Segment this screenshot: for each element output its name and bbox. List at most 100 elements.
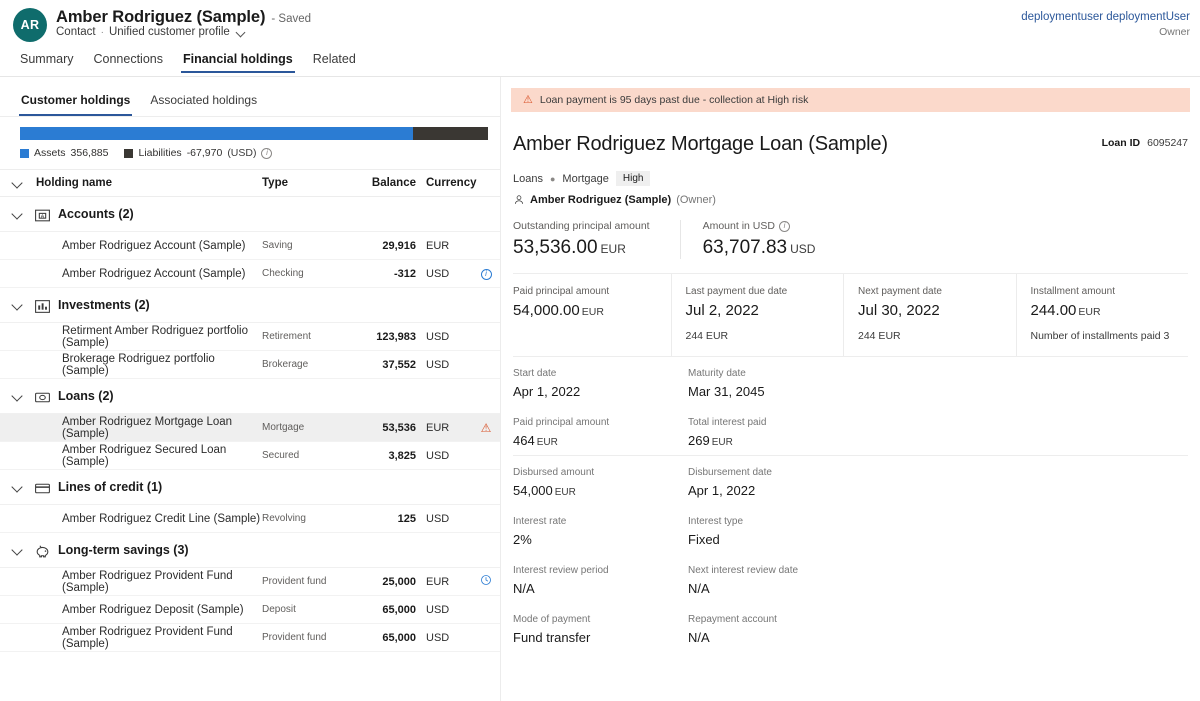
account-icon: A bbox=[34, 207, 51, 222]
tab-financial-holdings[interactable]: Financial holdings bbox=[173, 46, 303, 74]
detail-label: Mode of payment bbox=[513, 614, 688, 625]
detail-number: Fixed bbox=[688, 532, 720, 547]
owner-name-link[interactable]: deploymentuser deploymentUser bbox=[1021, 10, 1190, 25]
kpi-number: 244.00 bbox=[1031, 302, 1077, 319]
group-collapse-toggle[interactable] bbox=[0, 482, 34, 492]
holdings-group-title: Long-term savings (3) bbox=[58, 543, 189, 557]
tab-connections[interactable]: Connections bbox=[83, 46, 173, 74]
holdings-group-header[interactable]: Investments (2) bbox=[0, 288, 500, 323]
loan-owner-name[interactable]: Amber Rodriguez (Sample) bbox=[530, 194, 671, 206]
holding-row[interactable]: Amber Rodriguez Mortgage Loan (Sample)Mo… bbox=[0, 414, 500, 442]
detail-field: Interest review period N/A bbox=[513, 554, 688, 603]
detail-field: Start dateApr 1, 2022 bbox=[513, 357, 688, 406]
group-collapse-toggle[interactable] bbox=[0, 391, 34, 401]
holding-type: Revolving bbox=[262, 513, 354, 524]
holding-name: Amber Rodriguez Secured Loan (Sample) bbox=[34, 444, 262, 468]
holding-balance: 37,552 bbox=[354, 359, 416, 371]
column-header-type[interactable]: Type bbox=[262, 177, 354, 189]
kpi-next-payment-date: Next payment date Jul 30, 2022 244 EUR bbox=[843, 274, 1016, 356]
column-header-name[interactable]: Holding name bbox=[34, 177, 262, 189]
loan-amounts: Outstanding principal amount 53,536.00EU… bbox=[501, 206, 1200, 273]
kpi-paid-principal: Paid principal amount 54,000.00EUR bbox=[513, 274, 671, 356]
holdings-group-title: Accounts (2) bbox=[58, 207, 134, 221]
detail-row: Mode of paymentFund transferRepayment ac… bbox=[501, 603, 1200, 652]
holding-currency: EUR bbox=[416, 576, 472, 588]
subtab-customer-holdings[interactable]: Customer holdings bbox=[12, 89, 139, 116]
outstanding-principal-value: 53,536.00EUR bbox=[513, 237, 650, 259]
holdings-panel: Customer holdings Associated holdings As… bbox=[0, 77, 500, 701]
subtab-associated-holdings[interactable]: Associated holdings bbox=[141, 89, 266, 116]
holding-balance: 29,916 bbox=[354, 240, 416, 252]
holdings-group-header[interactable]: Lines of credit (1) bbox=[0, 470, 500, 505]
holding-currency: USD bbox=[416, 450, 472, 462]
info-icon[interactable]: i bbox=[779, 221, 790, 232]
holding-row[interactable]: Amber Rodriguez Account (Sample)Checking… bbox=[0, 260, 500, 288]
holding-name: Amber Rodriguez Mortgage Loan (Sample) bbox=[34, 416, 262, 440]
detail-label: Disbursement date bbox=[688, 467, 863, 478]
holding-type: Retirement bbox=[262, 331, 354, 342]
group-collapse-toggle[interactable] bbox=[0, 545, 34, 555]
chevron-down-icon bbox=[12, 178, 22, 188]
detail-label: Interest review period bbox=[513, 565, 688, 576]
header-title-row: Amber Rodriguez (Sample) - Saved bbox=[56, 8, 311, 27]
holding-row[interactable]: Amber Rodriguez Secured Loan (Sample)Sec… bbox=[0, 442, 500, 470]
holding-name: Amber Rodriguez Deposit (Sample) bbox=[34, 604, 262, 616]
detail-number: N/A bbox=[513, 581, 535, 596]
holding-type: Provident fund bbox=[262, 576, 354, 587]
holdings-list: A Accounts (2) Amber Rodriguez Account (Sa… bbox=[0, 197, 500, 652]
detail-number: 464 bbox=[513, 433, 535, 448]
tab-summary[interactable]: Summary bbox=[10, 46, 83, 74]
holdings-group-header[interactable]: A Accounts (2) bbox=[0, 197, 500, 232]
holdings-group-title: Loans (2) bbox=[58, 389, 114, 403]
holding-name: Amber Rodriguez Provident Fund (Sample) bbox=[34, 626, 262, 650]
holding-row[interactable]: Retirment Amber Rodriguez portfolio (Sam… bbox=[0, 323, 500, 351]
kpi-label: Installment amount bbox=[1031, 286, 1179, 297]
kpi-label: Last payment due date bbox=[686, 286, 834, 297]
detail-label: Disbursed amount bbox=[513, 467, 688, 478]
loan-owner-role: (Owner) bbox=[676, 194, 716, 206]
legend-label-assets: Assets bbox=[34, 147, 66, 159]
holdings-group-header[interactable]: Long-term savings (3) bbox=[0, 533, 500, 568]
detail-row: Paid principal amount464EURTotal interes… bbox=[501, 406, 1200, 455]
breadcrumb-type: Mortgage bbox=[562, 173, 608, 185]
group-collapse-toggle[interactable] bbox=[0, 300, 34, 310]
breadcrumb-category[interactable]: Loans bbox=[513, 173, 543, 185]
holding-row[interactable]: Amber Rodriguez Provident Fund (Sample)P… bbox=[0, 568, 500, 596]
warning-icon[interactable]: ⚠ bbox=[481, 421, 492, 435]
loan-details-group-2: Disbursed amount54,000EURDisbursement da… bbox=[501, 456, 1200, 652]
detail-label: Paid principal amount bbox=[513, 417, 688, 428]
form-selector[interactable]: Unified customer profile bbox=[109, 26, 230, 38]
chevron-down-icon[interactable] bbox=[237, 28, 246, 37]
holding-name: Amber Rodriguez Provident Fund (Sample) bbox=[34, 570, 262, 594]
loan-icon bbox=[34, 389, 51, 404]
holding-row[interactable]: Brokerage Rodriguez portfolio (Sample)Br… bbox=[0, 351, 500, 379]
holding-row[interactable]: Amber Rodriguez Account (Sample)Saving29… bbox=[0, 232, 500, 260]
tab-related[interactable]: Related bbox=[303, 46, 366, 74]
clock-icon[interactable] bbox=[480, 574, 492, 586]
info-icon[interactable]: i bbox=[481, 269, 492, 280]
loan-detail-panel: ⚠ Loan payment is 95 days past due - col… bbox=[500, 77, 1200, 701]
group-collapse-toggle[interactable] bbox=[0, 209, 34, 219]
loan-id: Loan ID 6095247 bbox=[1102, 133, 1188, 149]
kpi-number: Jul 2, 2022 bbox=[686, 302, 759, 319]
collapse-all-toggle[interactable] bbox=[0, 178, 34, 188]
legend-swatch-assets bbox=[20, 149, 29, 158]
amount-usd-label: Amount in USD bbox=[703, 220, 775, 232]
avatar: AR bbox=[13, 8, 47, 42]
detail-value: Apr 1, 2022 bbox=[513, 384, 688, 399]
chevron-down-icon bbox=[12, 391, 22, 401]
info-icon[interactable]: i bbox=[261, 148, 272, 159]
holding-row[interactable]: Amber Rodriguez Deposit (Sample)Deposit6… bbox=[0, 596, 500, 624]
holding-name: Amber Rodriguez Account (Sample) bbox=[34, 240, 262, 252]
column-header-currency[interactable]: Currency bbox=[416, 177, 472, 189]
holding-type: Checking bbox=[262, 268, 354, 279]
column-header-balance[interactable]: Balance bbox=[354, 177, 416, 189]
holding-row[interactable]: Amber Rodriguez Provident Fund (Sample)P… bbox=[0, 624, 500, 652]
holding-balance: 53,536 bbox=[354, 422, 416, 434]
holdings-group-header[interactable]: Loans (2) bbox=[0, 379, 500, 414]
holding-row[interactable]: Amber Rodriguez Credit Line (Sample)Revo… bbox=[0, 505, 500, 533]
kpi-installment-amount: Installment amount 244.00EUR Number of i… bbox=[1016, 274, 1189, 356]
warning-icon: ⚠ bbox=[523, 95, 533, 106]
detail-value: N/A bbox=[688, 630, 863, 645]
detail-value: Apr 1, 2022 bbox=[688, 483, 863, 498]
